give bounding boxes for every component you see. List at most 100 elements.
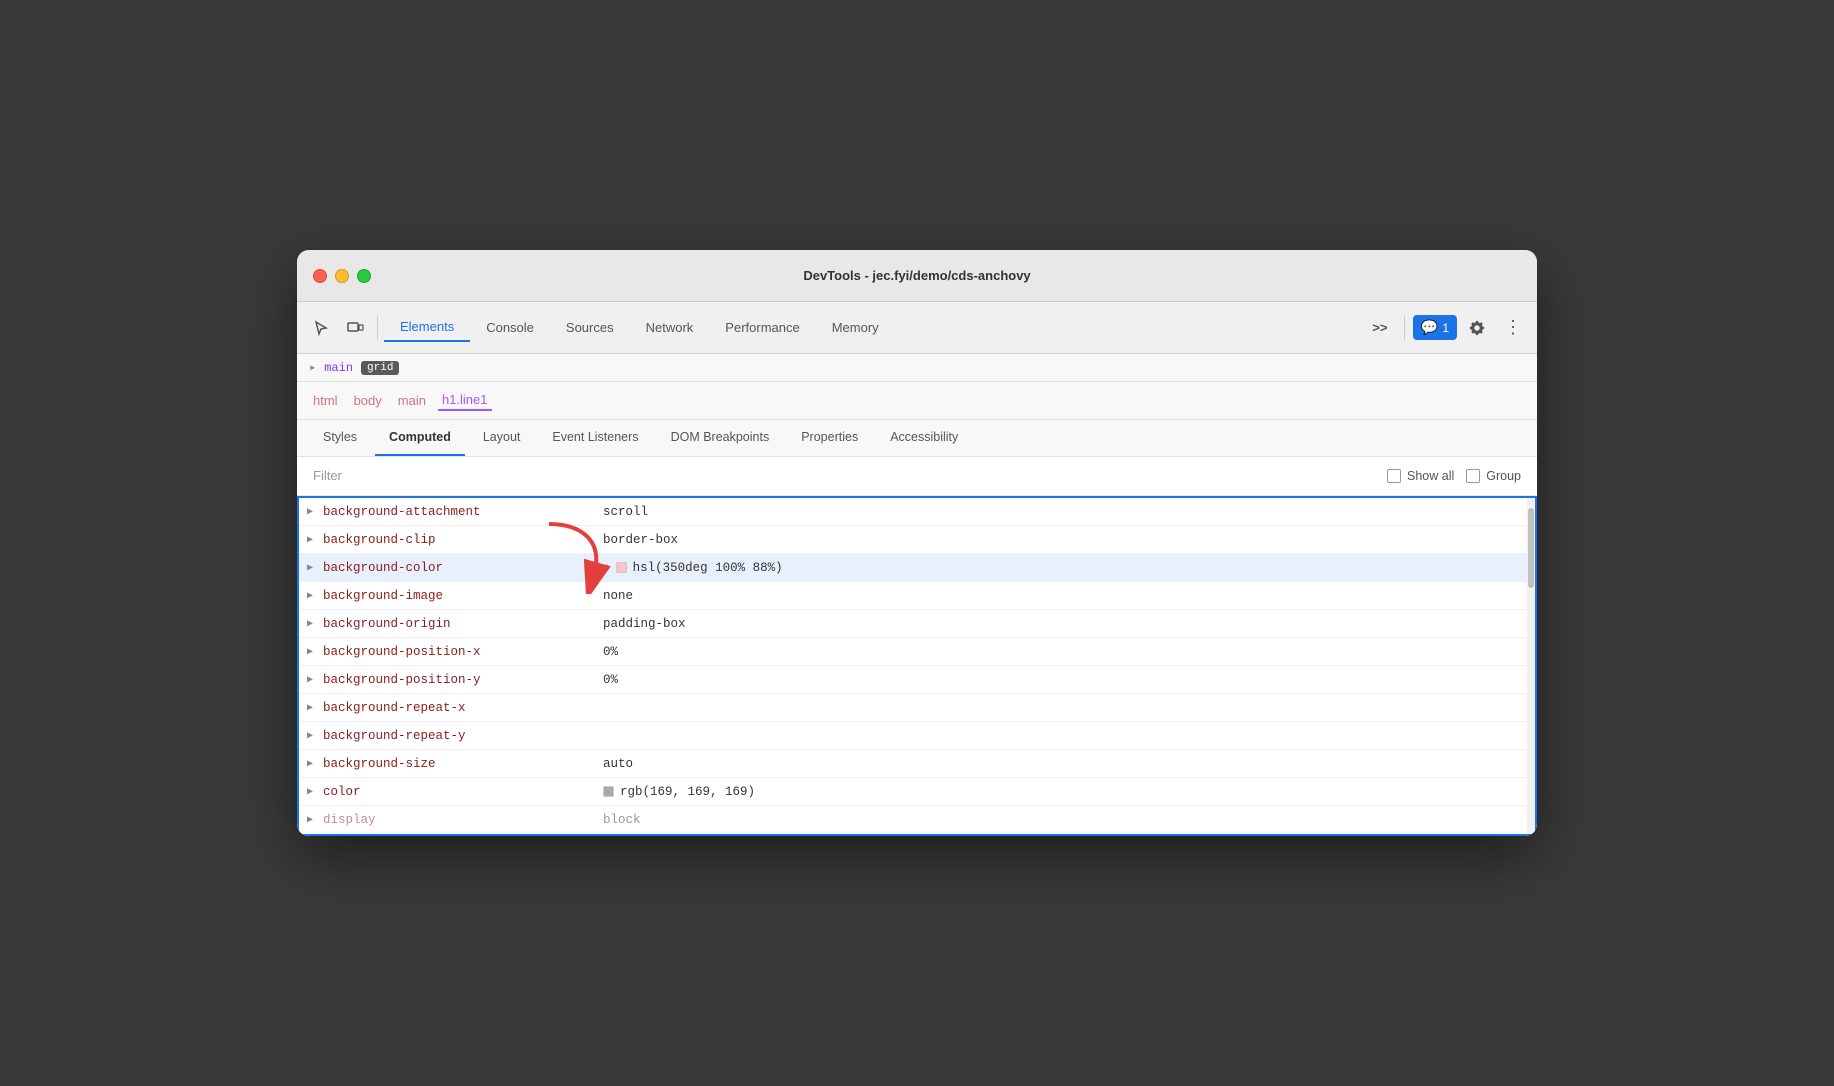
color-value: hsl(350deg 100% 88%) <box>633 561 783 575</box>
minimize-button[interactable] <box>335 269 349 283</box>
prop-name[interactable]: background-repeat-y <box>323 729 603 743</box>
window-title: DevTools - jec.fyi/demo/cds-anchovy <box>803 268 1030 283</box>
prop-name[interactable]: background-attachment <box>323 505 603 519</box>
sel-h1line1[interactable]: h1.line1 <box>438 390 492 411</box>
expand-icon[interactable]: ▶ <box>307 618 317 630</box>
table-row: ▶ background-origin padding-box <box>299 610 1535 638</box>
subtab-bar: Styles Computed Layout Event Listeners D… <box>297 420 1537 457</box>
traffic-lights <box>313 269 371 283</box>
tab-performance[interactable]: Performance <box>709 314 815 341</box>
expand-icon[interactable]: ▶ <box>307 702 317 714</box>
sel-body[interactable]: body <box>350 391 386 410</box>
table-row: ▶ background-clip border-box <box>299 526 1535 554</box>
device-toggle-button[interactable] <box>339 312 371 344</box>
filter-right: Show all Group <box>1387 469 1521 483</box>
show-all-toggle[interactable]: Show all <box>1387 469 1454 483</box>
chat-count: 1 <box>1442 321 1449 335</box>
prop-value: rgb(169, 169, 169) <box>603 785 1527 799</box>
selector-bar: html body main h1.line1 <box>297 382 1537 420</box>
filter-bar: Show all Group <box>297 457 1537 496</box>
prop-name[interactable]: background-color <box>323 561 603 575</box>
maximize-button[interactable] <box>357 269 371 283</box>
settings-button[interactable] <box>1461 312 1493 344</box>
table-row: ▶ background-position-y 0% <box>299 666 1535 694</box>
main-toolbar: Elements Console Sources Network Perform… <box>297 302 1537 354</box>
prop-value: padding-box <box>603 617 1527 631</box>
expand-icon[interactable]: ▶ <box>307 674 317 686</box>
overflow-menu-button[interactable]: ⋮ <box>1497 312 1529 344</box>
color-swatch[interactable] <box>616 562 627 573</box>
prop-name[interactable]: background-size <box>323 757 603 771</box>
subtab-layout[interactable]: Layout <box>469 420 535 456</box>
sel-html[interactable]: html <box>309 391 342 410</box>
prop-value: none <box>603 589 1527 603</box>
table-row: ▶ background-image none <box>299 582 1535 610</box>
scrollbar-thumb[interactable] <box>1528 508 1534 588</box>
table-row: ▶ background-attachment scroll <box>299 498 1535 526</box>
device-icon <box>346 319 364 337</box>
element-picker-button[interactable] <box>305 312 337 344</box>
prop-name[interactable]: display <box>323 813 603 827</box>
subtab-properties[interactable]: Properties <box>787 420 872 456</box>
tab-elements[interactable]: Elements <box>384 313 470 342</box>
subtab-dom-breakpoints[interactable]: DOM Breakpoints <box>657 420 784 456</box>
devtools-window: DevTools - jec.fyi/demo/cds-anchovy Elem… <box>297 250 1537 836</box>
properties-table: ▶ background-attachment scroll ▶ backgro… <box>297 496 1537 836</box>
show-all-label: Show all <box>1407 469 1454 483</box>
tab-console[interactable]: Console <box>470 314 550 341</box>
expand-icon[interactable]: ▶ <box>307 590 317 602</box>
group-toggle[interactable]: Group <box>1466 469 1521 483</box>
chat-icon: 💬 <box>1421 319 1438 336</box>
prop-name[interactable]: background-origin <box>323 617 603 631</box>
show-all-checkbox[interactable] <box>1387 469 1401 483</box>
prop-name[interactable]: color <box>323 785 603 799</box>
filter-input[interactable] <box>313 468 513 483</box>
tab-sources[interactable]: Sources <box>550 314 630 341</box>
properties-container: ▶ background-attachment scroll ▶ backgro… <box>297 496 1537 836</box>
group-checkbox[interactable] <box>1466 469 1480 483</box>
table-row: ▶ background-position-x 0% <box>299 638 1535 666</box>
color-value: rgb(169, 169, 169) <box>620 785 755 799</box>
expand-icon[interactable]: ▶ <box>307 758 317 770</box>
table-row: ▶ background-repeat-x <box>299 694 1535 722</box>
sel-main[interactable]: main <box>394 391 430 410</box>
chat-badge[interactable]: 💬 1 <box>1413 315 1457 340</box>
prop-name[interactable]: background-repeat-x <box>323 701 603 715</box>
prop-value: ⊙ hsl(350deg 100% 88%) <box>603 561 1527 575</box>
breadcrumb-arrow-prefix: ▸ <box>309 360 316 375</box>
prop-value: auto <box>603 757 1527 771</box>
close-button[interactable] <box>313 269 327 283</box>
breadcrumb-main[interactable]: main <box>324 361 353 375</box>
expand-icon[interactable]: ▶ <box>307 506 317 518</box>
group-label: Group <box>1486 469 1521 483</box>
filter-input-wrap <box>313 467 1387 485</box>
expand-icon[interactable]: ▶ <box>307 534 317 546</box>
expand-icon[interactable]: ▶ <box>307 730 317 742</box>
subtab-accessibility[interactable]: Accessibility <box>876 420 972 456</box>
tab-memory[interactable]: Memory <box>816 314 895 341</box>
expand-icon[interactable]: ▶ <box>307 562 317 574</box>
prop-value: 0% <box>603 645 1527 659</box>
subtab-computed[interactable]: Computed <box>375 420 465 456</box>
tab-bar: Elements Console Sources Network Perform… <box>384 313 1362 342</box>
prop-name[interactable]: background-position-y <box>323 673 603 687</box>
breadcrumb-bar: ▸ main grid <box>297 354 1537 382</box>
table-row: ▶ display block <box>299 806 1535 834</box>
scrollbar[interactable] <box>1527 498 1535 834</box>
expand-icon[interactable]: ▶ <box>307 646 317 658</box>
subtab-event-listeners[interactable]: Event Listeners <box>538 420 652 456</box>
table-row: ▶ background-color ⊙ hsl(350deg 100% 88%… <box>299 554 1535 582</box>
prop-name[interactable]: background-position-x <box>323 645 603 659</box>
title-bar: DevTools - jec.fyi/demo/cds-anchovy <box>297 250 1537 302</box>
color-swatch[interactable] <box>603 786 614 797</box>
more-tabs-button[interactable]: >> <box>1364 312 1396 344</box>
prop-name[interactable]: background-clip <box>323 533 603 547</box>
expand-icon[interactable]: ▶ <box>307 814 317 826</box>
prop-name[interactable]: background-image <box>323 589 603 603</box>
expand-icon[interactable]: ▶ <box>307 786 317 798</box>
subtab-styles[interactable]: Styles <box>309 420 371 456</box>
overridden-icon: ⊙ <box>603 561 610 575</box>
divider <box>1404 316 1405 340</box>
tab-network[interactable]: Network <box>630 314 710 341</box>
gear-icon <box>1468 319 1486 337</box>
